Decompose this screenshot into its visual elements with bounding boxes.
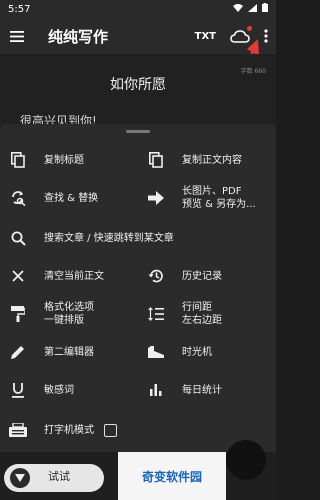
hamburger-menu-button[interactable] <box>0 18 34 54</box>
sensitive-words-item[interactable]: 敏感词 <box>8 372 136 408</box>
typewriter-mode-item[interactable]: 打字机模式 <box>8 412 168 448</box>
underline-icon <box>8 380 28 400</box>
time-machine-icon <box>146 342 166 362</box>
history-item[interactable]: 历史记录 <box>146 258 274 294</box>
bar-chart-icon <box>146 380 166 400</box>
chevron-down-icon <box>10 468 30 488</box>
line-spacing-item[interactable]: 行间距 左右边距 <box>146 296 274 332</box>
signal-icon <box>248 3 257 15</box>
close-icon <box>8 266 28 286</box>
second-editor-item[interactable]: 第二编辑器 <box>8 334 136 370</box>
copy-content-item[interactable]: 复制正文内容 <box>146 142 274 178</box>
clear-content-label: 清空当前正文 <box>44 270 104 282</box>
copy-icon <box>8 150 28 170</box>
search-icon <box>8 228 28 248</box>
history-icon <box>146 266 166 286</box>
status-time: 5:57 <box>8 3 31 15</box>
typewriter-mode-label: 打字机模式 <box>44 424 94 436</box>
find-replace-item[interactable]: 查找 & 替换 <box>8 180 136 216</box>
find-replace-label: 查找 & 替换 <box>44 192 99 204</box>
typewriter-mode-checkbox[interactable] <box>104 423 117 437</box>
time-machine-label: 时光机 <box>182 346 212 358</box>
app-title: 纯纯写作 <box>48 27 109 46</box>
history-label: 历史记录 <box>182 270 222 282</box>
document-title[interactable]: 如你所愿 <box>0 74 276 94</box>
time-machine-item[interactable]: 时光机 <box>146 334 274 370</box>
daily-stats-item[interactable]: 每日统计 <box>146 372 274 408</box>
line-spacing-label: 行间距 左右边距 <box>182 302 222 326</box>
copy-title-item[interactable]: 复制标题 <box>8 142 136 178</box>
long-image-pdf-label: 长图片、PDF 预览 & 另存为... <box>182 186 256 210</box>
copy-content-label: 复制正文内容 <box>182 154 242 166</box>
typewriter-icon <box>8 420 28 440</box>
floating-action-button[interactable] <box>226 440 266 480</box>
pencil-icon <box>8 342 28 362</box>
watermark-logo: 奇变软件园 <box>118 452 226 500</box>
search-articles-item[interactable]: 搜索文章 / 快速跳转到某文章 <box>8 220 268 256</box>
daily-stats-label: 每日统计 <box>182 384 222 396</box>
txt-export-button[interactable]: TXT <box>195 31 216 42</box>
format-options-label: 格式化选项 一键排版 <box>44 302 94 326</box>
line-spacing-icon <box>146 304 166 324</box>
arrow-right-icon <box>146 188 166 208</box>
trial-label: 试试 <box>48 470 70 483</box>
more-options-button[interactable] <box>264 18 268 54</box>
battery-icon <box>262 3 268 15</box>
sheet-drag-handle[interactable] <box>126 130 150 133</box>
search-articles-label: 搜索文章 / 快速跳转到某文章 <box>44 232 174 244</box>
second-editor-label: 第二编辑器 <box>44 346 94 358</box>
status-bar: 5:57 <box>0 0 276 18</box>
clear-content-item[interactable]: 清空当前正文 <box>8 258 136 294</box>
hamburger-icon <box>10 30 24 42</box>
format-options-item[interactable]: 格式化选项 一键排版 <box>8 296 136 332</box>
paint-roller-icon <box>8 304 28 324</box>
copy-icon <box>146 150 166 170</box>
wifi-icon <box>233 3 243 15</box>
notification-dot <box>247 26 252 31</box>
copy-title-label: 复制标题 <box>44 154 84 166</box>
more-vert-icon <box>264 29 268 43</box>
long-image-pdf-item[interactable]: 长图片、PDF 预览 & 另存为... <box>146 180 274 216</box>
options-bottom-sheet: 复制标题 复制正文内容 查找 & 替换 长图片、PDF 预览 & 另存为... … <box>0 124 276 452</box>
sensitive-words-label: 敏感词 <box>44 384 74 396</box>
find-replace-icon <box>8 188 28 208</box>
